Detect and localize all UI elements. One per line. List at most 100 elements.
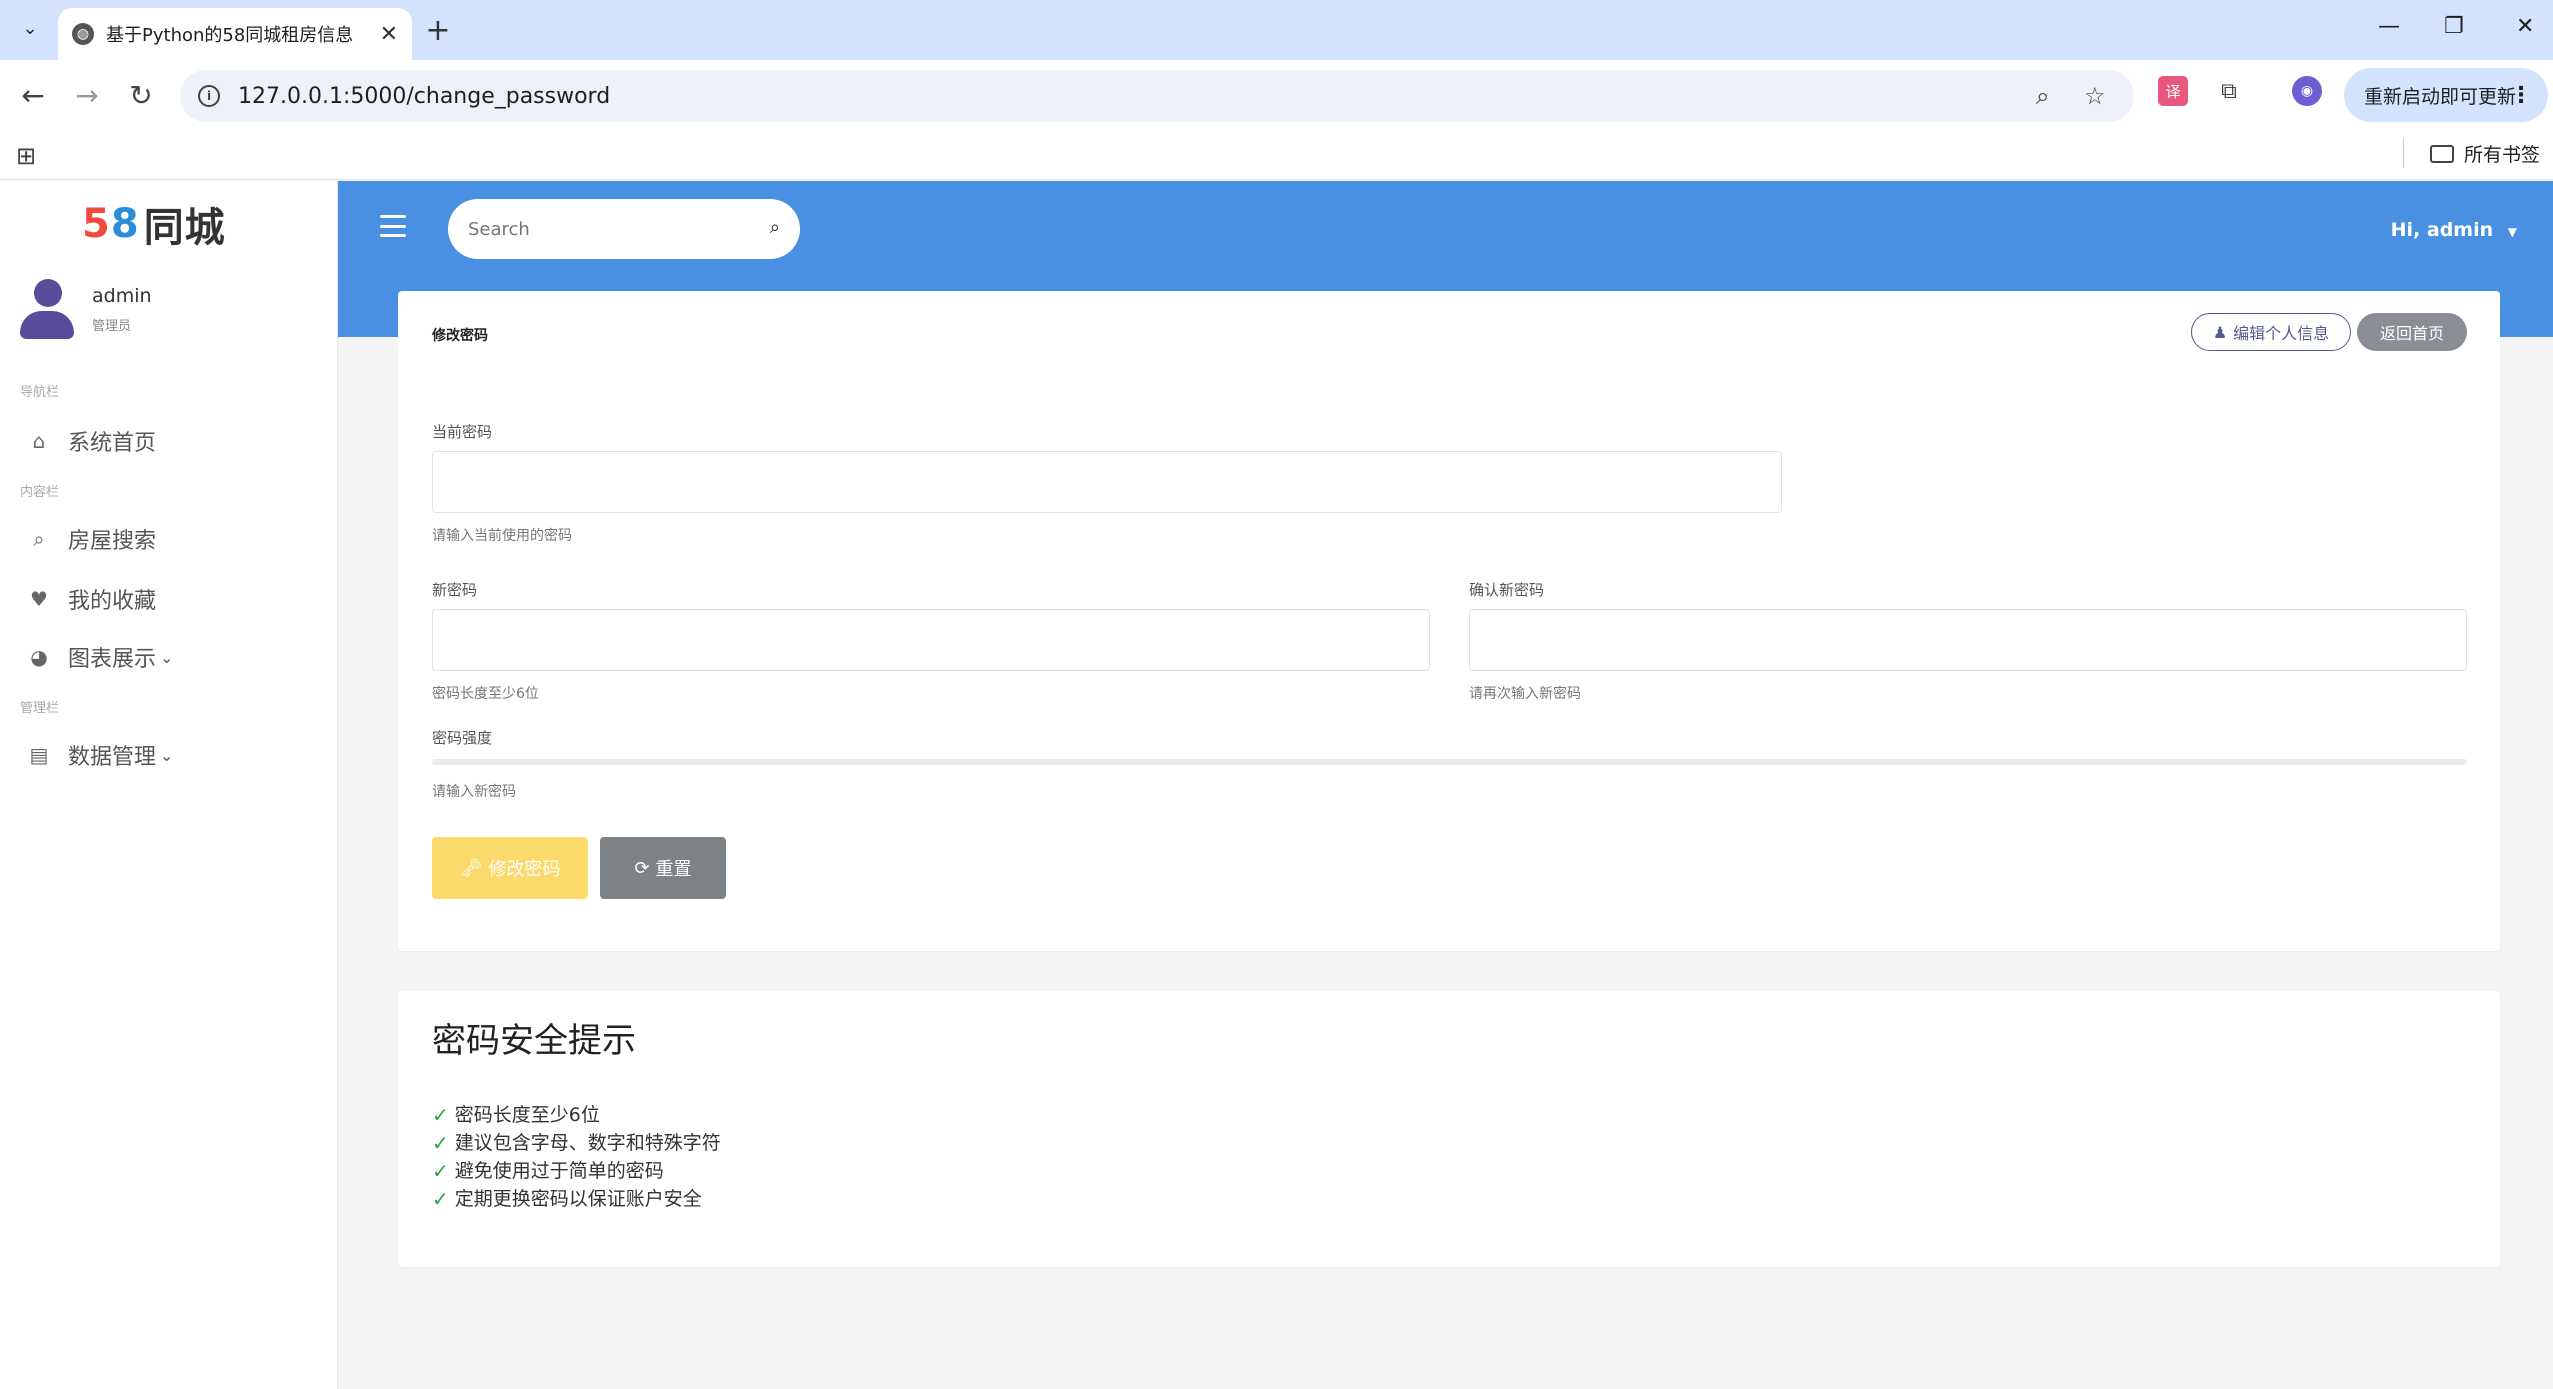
restore-icon[interactable]: ❐: [2444, 14, 2464, 39]
refresh-icon: ⟳: [634, 857, 650, 879]
all-bookmarks-button[interactable]: 所有书签: [2430, 140, 2540, 167]
password-strength-help: 请输入新密码: [432, 784, 516, 800]
confirm-password-help: 请再次输入新密码: [1469, 686, 1581, 702]
password-tips-card: 密码安全提示 ✓ 密码长度至少6位 ✓ 建议包含字母、数字和特殊字符 ✓ 避免使用过于…: [398, 991, 2500, 1267]
edit-profile-button[interactable]: ♟ 编辑个人信息: [2191, 313, 2351, 351]
search-box: ⌕: [448, 199, 800, 259]
heart-icon: ♥: [30, 587, 48, 611]
back-icon[interactable]: ←: [16, 78, 50, 112]
check-icon: ✓: [432, 1159, 449, 1183]
current-password-help: 请输入当前使用的密码: [432, 528, 572, 544]
chevron-down-icon: ⌄: [22, 17, 38, 39]
logo-8: 8: [110, 201, 140, 247]
sidebar: 5 8 同城 admin 管理员 导航栏 ⌂ 系统首页 内容栏 ⌕ 房屋搜索 ♥…: [0, 181, 338, 1389]
search-icon: ⌕: [33, 527, 45, 551]
browser-tab[interactable]: ◍ 基于Python的58同城租房信息 ✕: [58, 8, 412, 60]
tips-list: ✓ 密码长度至少6位 ✓ 建议包含字母、数字和特殊字符 ✓ 避免使用过于简单的密码 ✓…: [432, 1101, 721, 1213]
edit-profile-label: 编辑个人信息: [2233, 324, 2330, 343]
reload-icon[interactable]: ↻: [124, 78, 158, 112]
search-input[interactable]: [468, 218, 748, 240]
more-vert-icon[interactable]: ⋮: [2510, 83, 2532, 108]
current-password-label: 当前密码: [432, 423, 493, 441]
translate-extension-icon[interactable]: 译: [2158, 76, 2188, 106]
new-password-label: 新密码: [432, 581, 478, 599]
window-close-icon[interactable]: ✕: [2516, 14, 2534, 39]
password-strength-label: 密码强度: [432, 729, 493, 747]
section-label-manage: 管理栏: [20, 701, 60, 716]
card-title: 修改密码: [432, 328, 488, 344]
page: 5 8 同城 admin 管理员 导航栏 ⌂ 系统首页 内容栏 ⌕ 房屋搜索 ♥…: [0, 181, 2553, 1389]
sidebar-item-label: 图表展示: [68, 647, 157, 672]
user-panel: admin 管理员: [18, 279, 152, 339]
avatar: [18, 279, 74, 339]
reset-button[interactable]: ⟳ 重置: [600, 837, 726, 899]
document-icon: ▤: [29, 743, 49, 767]
profile-avatar-icon[interactable]: ◉: [2292, 76, 2322, 106]
folder-icon: [2430, 144, 2454, 163]
user-icon: ♟: [2212, 322, 2228, 342]
user-name: admin: [92, 284, 152, 307]
logo-text: 同城: [143, 205, 226, 251]
zoom-icon[interactable]: ⌕: [2036, 82, 2049, 110]
check-icon: ✓: [432, 1187, 449, 1211]
sidebar-item-label: 数据管理: [68, 745, 157, 770]
all-bookmarks-label: 所有书签: [2464, 144, 2541, 166]
tips-title: 密码安全提示: [432, 1021, 636, 1061]
sidebar-item-data-management[interactable]: ▤ 数据管理 ⌄: [28, 739, 174, 771]
address-bar[interactable]: i 127.0.0.1:5000/change_password ⌕ ☆: [180, 70, 2134, 122]
check-icon: ✓: [432, 1103, 449, 1127]
pie-chart-icon: ◕: [30, 645, 48, 669]
confirm-password-input[interactable]: [1469, 609, 2467, 671]
current-password-input[interactable]: [432, 451, 1782, 513]
sidebar-item-label: 系统首页: [68, 431, 157, 456]
sidebar-item-house-search[interactable]: ⌕ 房屋搜索: [28, 523, 156, 555]
sidebar-item-label: 我的收藏: [68, 589, 157, 614]
url-text: 127.0.0.1:5000/change_password: [238, 83, 611, 109]
bookmark-bar: ⊞ 所有书签: [0, 130, 2553, 180]
new-tab-button[interactable]: +: [420, 12, 456, 48]
section-label-content: 内容栏: [20, 485, 60, 500]
browser-tab-bar: ⌄ ◍ 基于Python的58同城租房信息 ✕ + — ❐ ✕: [0, 0, 2553, 60]
chevron-down-icon: ⌄: [160, 647, 174, 667]
logo-5: 5: [82, 201, 111, 247]
globe-icon: ◍: [72, 23, 94, 45]
caret-down-icon: ▼: [2507, 225, 2517, 239]
star-icon[interactable]: ☆: [2084, 82, 2106, 110]
update-label: 重新启动即可更新: [2364, 85, 2517, 108]
update-button[interactable]: 重新启动即可更新 ⋮: [2344, 68, 2548, 122]
tab-search-button[interactable]: ⌄: [14, 12, 46, 44]
puzzle-extension-icon[interactable]: ⧉: [2214, 76, 2244, 106]
user-greeting: Hi, admin: [2390, 219, 2494, 241]
new-password-input[interactable]: [432, 609, 1430, 671]
search-icon[interactable]: ⌕: [770, 217, 780, 238]
sidebar-item-favorites[interactable]: ♥ 我的收藏: [28, 583, 156, 615]
menu-toggle-icon[interactable]: [380, 215, 406, 237]
user-role: 管理员: [92, 318, 132, 334]
logo[interactable]: 5 8 同城: [82, 195, 226, 253]
tab-title: 基于Python的58同城租房信息: [106, 25, 354, 46]
submit-label: 修改密码: [488, 859, 561, 880]
sidebar-item-label: 房屋搜索: [68, 529, 157, 554]
sidebar-item-charts[interactable]: ◕ 图表展示 ⌄: [28, 641, 173, 673]
section-label-nav: 导航栏: [20, 385, 60, 400]
change-password-card: 修改密码 ♟ 编辑个人信息 返回首页 当前密码 请输入当前使用的密码 新密码 密…: [398, 291, 2500, 951]
apps-grid-icon[interactable]: ⊞: [16, 142, 36, 170]
chevron-down-icon: ⌄: [160, 745, 174, 765]
check-icon: ✓: [432, 1131, 449, 1155]
new-password-help: 密码长度至少6位: [432, 686, 539, 702]
back-home-button[interactable]: 返回首页: [2357, 313, 2467, 351]
list-item: ✓ 建议包含字母、数字和特殊字符: [432, 1131, 721, 1155]
list-item: ✓ 定期更换密码以保证账户安全: [432, 1187, 702, 1211]
key-icon: 🗝: [459, 857, 483, 879]
home-icon: ⌂: [32, 429, 46, 453]
list-item: ✓ 避免使用过于简单的密码: [432, 1159, 664, 1183]
bookmark-separator: [2403, 138, 2404, 168]
browser-toolbar: ← → ↻ i 127.0.0.1:5000/change_password ⌕…: [0, 60, 2553, 130]
user-menu[interactable]: Hi, admin ▼: [2391, 219, 2517, 241]
site-info-icon[interactable]: i: [198, 85, 220, 107]
submit-change-password-button[interactable]: 🗝 修改密码: [432, 837, 588, 899]
minimize-icon[interactable]: —: [2378, 14, 2400, 39]
forward-icon[interactable]: →: [70, 78, 104, 112]
sidebar-item-home[interactable]: ⌂ 系统首页: [28, 425, 156, 457]
close-icon[interactable]: ✕: [380, 22, 398, 47]
